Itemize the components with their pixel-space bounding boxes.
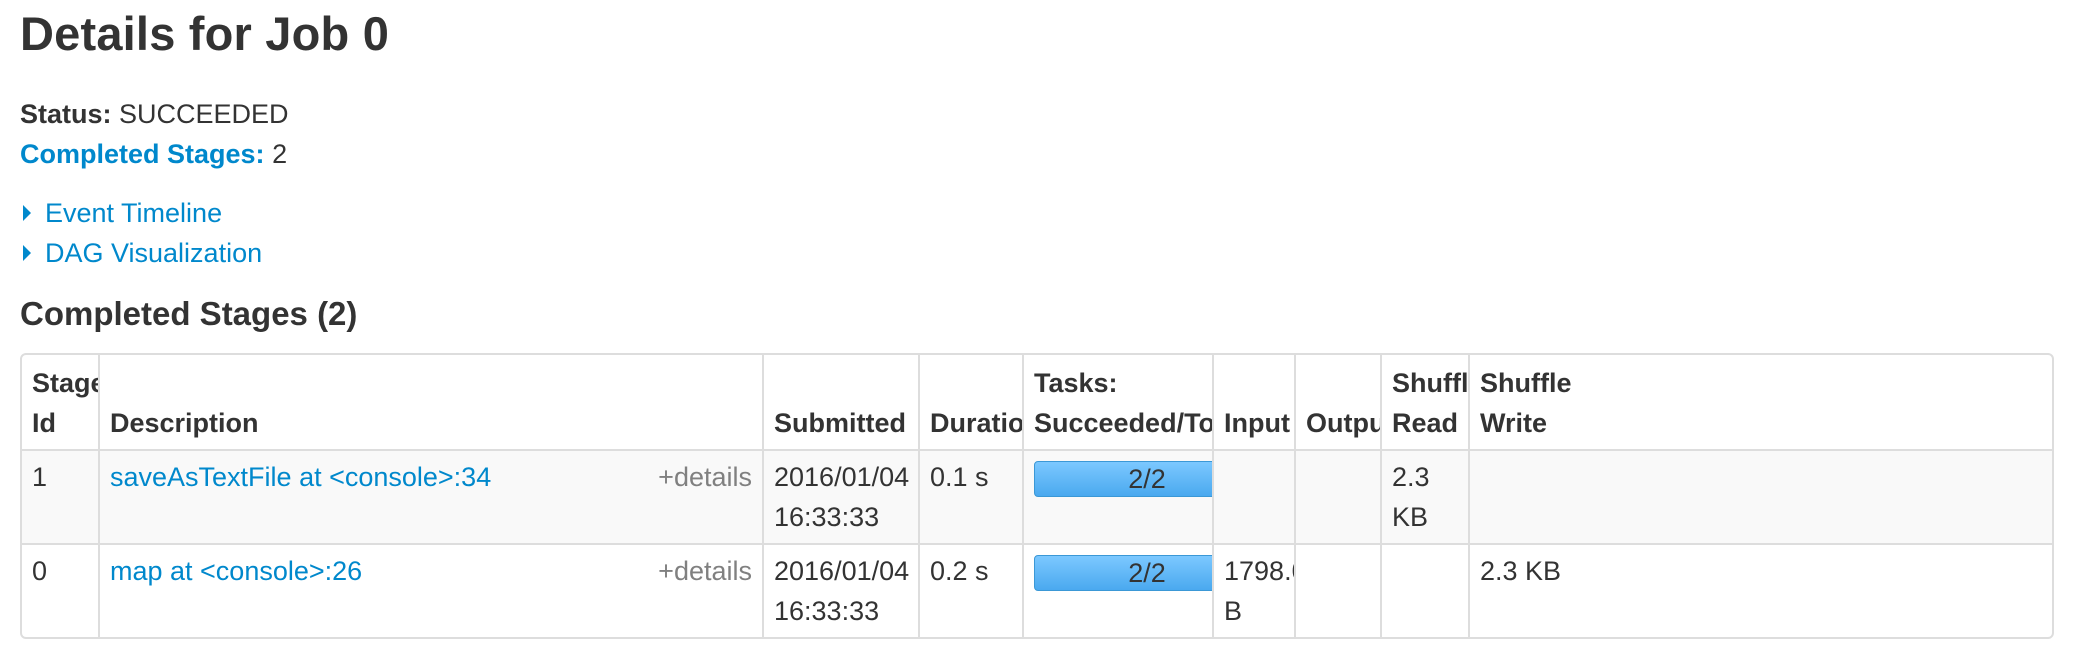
input-cell [1212, 449, 1294, 543]
column-header-description[interactable]: Description [98, 355, 762, 449]
status-row: Status: SUCCEEDED [20, 94, 289, 134]
stage-description-link[interactable]: saveAsTextFile at <console>:34 [110, 462, 491, 492]
submitted-cell: 2016/01/04 16:33:33 [762, 543, 918, 637]
dag-visualization-toggle[interactable]: DAG Visualization [20, 233, 262, 273]
column-header-stage-id[interactable]: Stage Id [22, 355, 98, 449]
column-header-output[interactable]: Output [1294, 355, 1380, 449]
caret-right-icon [23, 205, 31, 221]
expand-details-link[interactable]: +details [658, 457, 752, 497]
tasks-progress-label: 2/2 [1128, 558, 1166, 588]
tasks-progress-bar: 2/2 [1034, 461, 1212, 497]
shuffle-read-cell: 2.3 KB [1380, 449, 1468, 543]
input-cell: 1798.0 B [1212, 543, 1294, 637]
status-value: SUCCEEDED [119, 99, 289, 129]
dag-visualization-label[interactable]: DAG Visualization [45, 233, 262, 273]
tasks-cell: 2/2 [1022, 449, 1212, 543]
output-cell [1294, 449, 1380, 543]
description-cell: map at <console>:26 +details [98, 543, 762, 637]
job-summary: Status: SUCCEEDED Completed Stages: 2 [20, 94, 289, 174]
duration-cell: 0.2 s [918, 543, 1022, 637]
shuffle-read-cell [1380, 543, 1468, 637]
tasks-progress-bar: 2/2 [1034, 555, 1212, 591]
caret-right-icon [23, 245, 31, 261]
submitted-cell: 2016/01/04 16:33:33 [762, 449, 918, 543]
event-timeline-toggle[interactable]: Event Timeline [20, 193, 262, 233]
stage-description-link[interactable]: map at <console>:26 [110, 556, 362, 586]
column-header-input[interactable]: Input [1212, 355, 1294, 449]
event-timeline-label[interactable]: Event Timeline [45, 193, 222, 233]
completed-stages-heading: Completed Stages (2) [20, 295, 358, 332]
shuffle-write-cell: 2.3 KB [1468, 543, 2052, 637]
table-row: 0 map at <console>:26 +details 2016/01/0… [22, 543, 2052, 637]
column-header-duration[interactable]: Duration [918, 355, 1022, 449]
duration-cell: 0.1 s [918, 449, 1022, 543]
expand-details-link[interactable]: +details [658, 551, 752, 591]
table-header-row: Stage Id Description Submitted Duration … [22, 355, 2052, 449]
column-header-shuffle-read[interactable]: Shuffle Read [1380, 355, 1468, 449]
stage-id-cell: 1 [22, 449, 98, 543]
tasks-progress-label: 2/2 [1128, 464, 1166, 494]
visualization-toggles: Event Timeline DAG Visualization [20, 193, 262, 273]
stage-id-cell: 0 [22, 543, 98, 637]
table-row: 1 saveAsTextFile at <console>:34 +detail… [22, 449, 2052, 543]
column-header-tasks[interactable]: Tasks: Succeeded/Total [1022, 355, 1212, 449]
completed-stages-link[interactable]: Completed Stages: [20, 139, 265, 169]
column-header-submitted[interactable]: Submitted [762, 355, 918, 449]
tasks-cell: 2/2 [1022, 543, 1212, 637]
completed-stages-count: 2 [272, 139, 288, 169]
output-cell [1294, 543, 1380, 637]
status-label: Status: [20, 99, 112, 129]
completed-stages-table: Stage Id Description Submitted Duration … [20, 353, 2054, 639]
description-cell: saveAsTextFile at <console>:34 +details [98, 449, 762, 543]
completed-stages-row: Completed Stages: 2 [20, 134, 289, 174]
column-header-shuffle-write[interactable]: Shuffle Write [1468, 355, 2052, 449]
shuffle-write-cell [1468, 449, 2052, 543]
page-title: Details for Job 0 [20, 7, 390, 60]
